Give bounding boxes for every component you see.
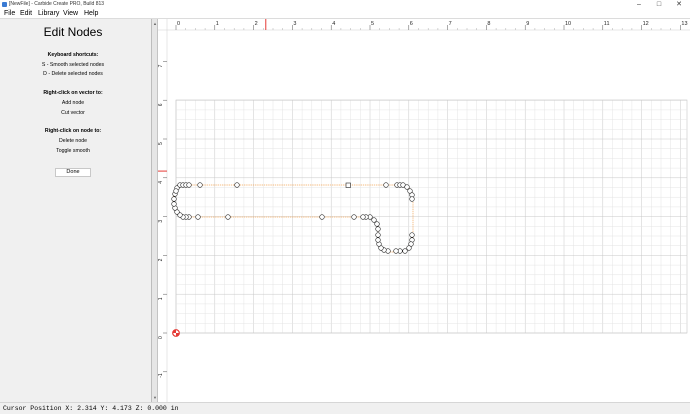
path-node[interactable] [375,237,381,243]
menu-library[interactable]: Library [38,9,59,19]
x-ruler-label: 8 [487,21,490,27]
node-toggle-smooth: Toggle smooth [56,148,90,154]
x-ruler-label: 6 [410,21,413,27]
x-ruler-label: 2 [255,21,258,27]
x-ruler-label: 0 [177,21,180,27]
panel-title: Edit Nodes [43,25,103,39]
x-ruler-label: 9 [526,21,529,27]
window-title: [NewFile] - Carbide Create PRO, Build 81… [9,1,105,7]
vector-heading: Right-click on vector to: [43,90,103,96]
origin-quadrant [172,329,176,333]
menu-view[interactable]: View [63,9,78,19]
close-icon[interactable]: ✕ [672,0,686,9]
canvas-svg[interactable]: 0 1 2 3 4 5 6 7 8 9 10 11 12 13 76543210-1 [158,19,690,402]
path-node[interactable] [186,182,192,188]
vector-cut: Cut vector [61,110,85,116]
origin-quadrant [176,333,180,337]
path-node[interactable] [351,214,357,220]
y-ruler-label: 4 [158,181,164,184]
x-ruler-label: 4 [332,21,335,27]
keyboard-shortcuts-heading: Keyboard shortcuts: [47,52,99,58]
x-ruler-label: 12 [643,21,649,27]
x-ruler-label: 7 [449,21,452,27]
path-node[interactable] [195,214,201,220]
y-ruler-label: 7 [158,64,164,67]
material-workspace [175,99,688,334]
menu-edit[interactable]: Edit [20,9,32,19]
path-node[interactable] [383,182,389,188]
menu-file[interactable]: File [4,9,15,19]
done-button[interactable]: Done [55,168,91,177]
node-heading: Right-click on node to: [44,128,102,134]
x-ruler-label: 11 [604,21,610,27]
y-ruler-label: 5 [158,142,164,145]
y-ruler-label: 1 [158,297,164,300]
path-node[interactable] [173,188,179,194]
origin-marker [172,329,180,337]
shortcut-delete: D - Delete selected nodes [43,71,103,77]
y-ruler-label: 0 [158,336,164,339]
path-node[interactable] [402,248,408,254]
menu-bar: File Edit Library View Help [0,9,690,19]
minimize-icon[interactable]: – [632,0,646,9]
y-ruler-label: 6 [158,103,164,106]
path-node[interactable] [409,196,415,202]
horizontal-ruler [158,19,690,30]
y-ruler-label: -1 [158,373,164,378]
path-node[interactable] [406,245,412,251]
path-node[interactable] [171,196,177,202]
path-node[interactable] [375,232,381,238]
x-ruler-label: 3 [293,21,296,27]
path-node[interactable] [374,221,380,227]
path-node[interactable] [409,232,415,238]
path-node[interactable] [234,182,240,188]
y-ruler-label: 3 [158,220,164,223]
x-ruler-label: 13 [681,21,687,27]
edit-nodes-panel: Edit Nodes Keyboard shortcuts: S - Smoot… [0,19,152,402]
path-node[interactable] [171,201,177,207]
node-delete: Delete node [59,138,87,144]
vector-add-node: Add node [61,100,85,106]
menu-help[interactable]: Help [84,9,98,19]
vertical-ruler [158,19,167,402]
title-bar: [NewFile] - Carbide Create PRO, Build 81… [0,0,690,9]
path-node[interactable] [225,214,231,220]
x-ruler-label: 5 [371,21,374,27]
path-node[interactable] [197,182,203,188]
path-node[interactable] [319,214,325,220]
path-node[interactable] [360,214,366,220]
design-canvas[interactable]: 0 1 2 3 4 5 6 7 8 9 10 11 12 13 7 6 5 4 3 2 1 0 -1 [158,19,690,402]
shortcut-smooth: S - Smooth selected nodes [41,62,105,68]
maximize-icon[interactable]: □ [652,0,666,9]
path-node[interactable] [375,226,381,232]
status-bar: Cursor Position X: 2.314 Y: 4.173 Z: 0.0… [0,402,690,414]
x-ruler-label: 10 [565,21,571,27]
y-ruler-label: 2 [158,258,164,261]
path-node[interactable] [404,184,410,190]
x-ruler-label: 1 [216,21,219,27]
path-node[interactable] [371,217,377,223]
app-icon [2,2,7,7]
cursor-position-readout: Cursor Position X: 2.314 Y: 4.173 Z: 0.0… [3,405,179,412]
path-node[interactable] [393,248,399,254]
selected-path-node[interactable] [345,182,351,188]
